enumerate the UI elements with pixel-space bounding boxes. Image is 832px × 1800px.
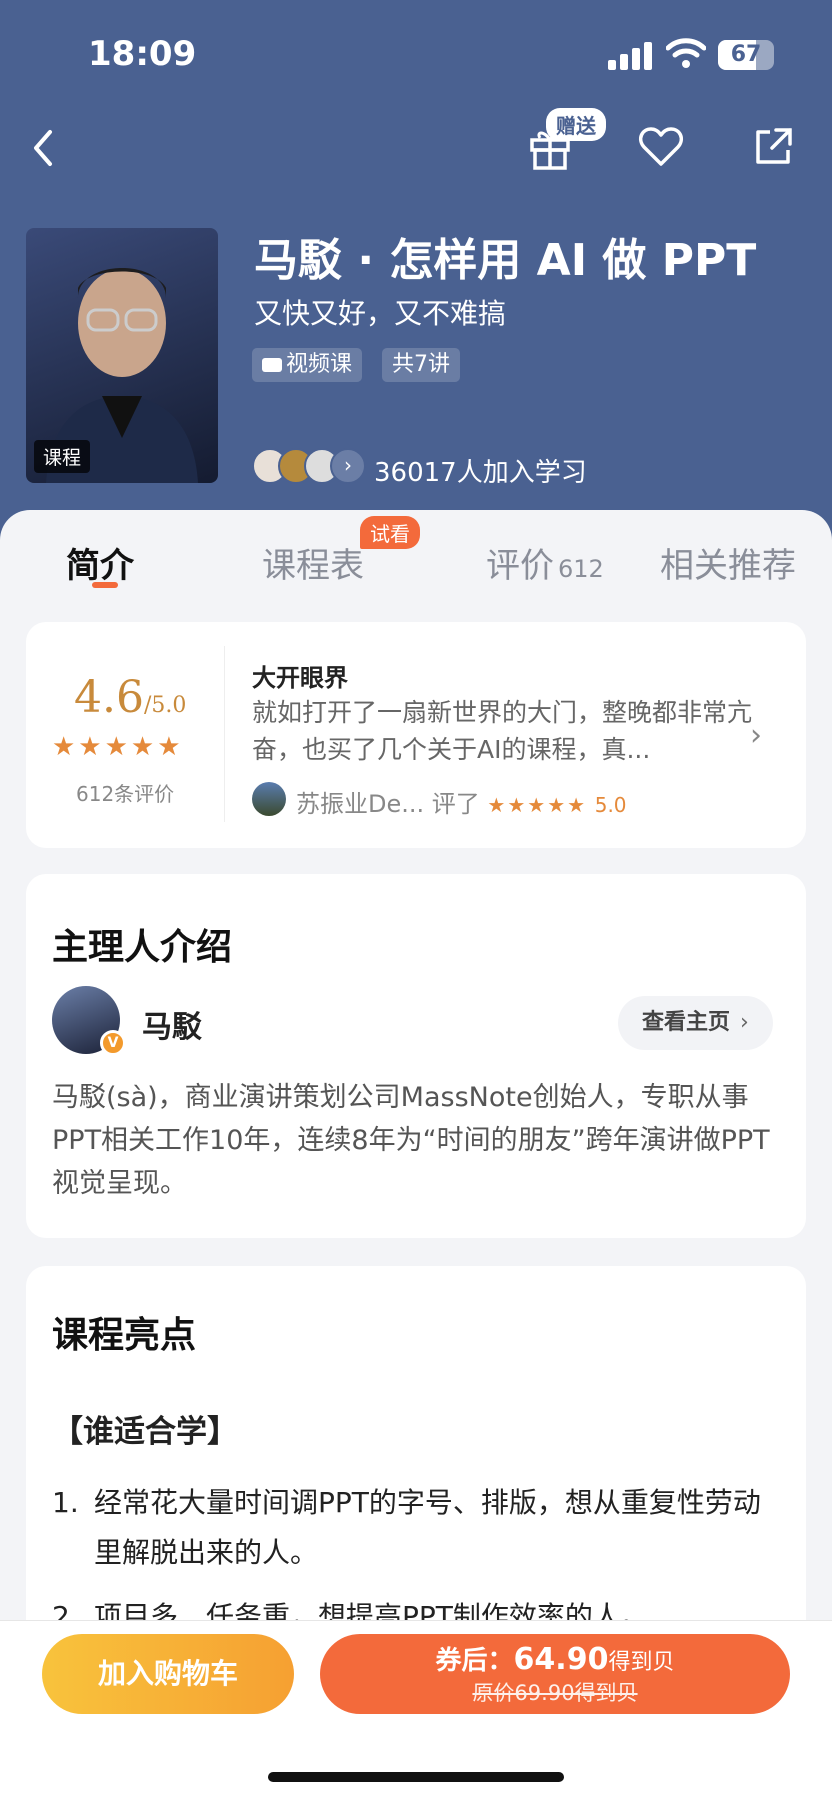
status-time: 18:09: [88, 34, 197, 74]
view-homepage-label: 查看主页: [642, 1010, 731, 1035]
rating-stars: ★★★★★: [52, 732, 184, 762]
share-icon[interactable]: [752, 126, 794, 168]
chevron-right-icon: ›: [750, 718, 762, 753]
battery-icon: 67: [718, 40, 774, 70]
rating-score-value: 4.6: [74, 672, 144, 723]
chevron-right-icon: ›: [330, 448, 366, 484]
video-course-label: 视频课: [286, 352, 353, 377]
view-homepage-button[interactable]: 查看主页 ›: [618, 996, 773, 1050]
tab-reviews-label: 评价: [486, 546, 554, 586]
add-to-cart-button[interactable]: 加入购物车: [42, 1634, 294, 1714]
course-subtitle: 又快又好，又不难搞: [254, 297, 507, 330]
verified-badge-icon: V: [100, 1030, 126, 1056]
learners-count: 36017人加入学习: [374, 458, 587, 488]
trial-badge: 试看: [360, 516, 420, 549]
host-section-title: 主理人介绍: [52, 927, 233, 968]
status-bar: 18:09 67: [0, 0, 832, 110]
highlights-subheading: 【谁适合学】: [52, 1414, 238, 1450]
course-header: 18:09 67 赠送 课程 马駁 · 怎样用 AI 做 PPT 又快又好，又不…: [0, 0, 832, 560]
reviewer-score: 5.0: [594, 793, 627, 817]
video-course-tag: 视频课: [252, 348, 363, 382]
rating-card[interactable]: 4.6/5.0 ★★★★★ 612条评价 大开眼界 就如打开了一扇新世界的大门，…: [26, 622, 806, 848]
reviewer-line: 苏振业De... 评了 ★★★★★ 5.0: [296, 784, 627, 819]
review-title: 大开眼界: [252, 664, 348, 692]
chevron-right-icon: ›: [740, 1010, 749, 1035]
cover-tag: 课程: [34, 440, 91, 473]
rating-out-of: /5.0: [143, 693, 187, 718]
active-tab-indicator: [92, 582, 118, 588]
video-camera-icon: [262, 358, 282, 372]
host-card: 主理人介绍 V 马駁 查看主页 › 马駁(sà)，商业演讲策划公司MassNote…: [26, 874, 806, 1238]
tab-reviews[interactable]: 评价 612: [486, 538, 604, 587]
cellular-signal-icon: [608, 40, 652, 70]
gift-badge: 赠送: [546, 108, 606, 141]
tab-related[interactable]: 相关推荐: [660, 538, 796, 587]
reviewer-stars: ★★★★★: [487, 793, 588, 817]
coupon-price: 64.90: [513, 1642, 609, 1677]
home-indicator: [268, 1772, 564, 1782]
coupon-unit: 得到贝: [608, 1650, 675, 1675]
divider: [0, 1620, 832, 1621]
list-item-number: 1.: [52, 1486, 79, 1519]
highlights-card: 课程亮点 【谁适合学】 1. 经常花大量时间调PPT的字号、排版，想从重复性劳动里…: [26, 1266, 806, 1666]
review-count: 612条评价: [76, 782, 175, 806]
purchase-bar: 加入购物车 券后：64.90得到贝 原价69.90得到贝: [0, 1620, 832, 1800]
tab-schedule[interactable]: 课程表: [262, 538, 364, 587]
highlights-list: 1. 经常花大量时间调PPT的字号、排版，想从重复性劳动里解脱出来的人。 2. 项目…: [52, 1478, 782, 1642]
back-arrow-icon[interactable]: [28, 126, 58, 170]
lecture-count-tag: 共7讲: [382, 348, 460, 382]
heart-icon[interactable]: [638, 126, 684, 168]
buy-button[interactable]: 券后：64.90得到贝 原价69.90得到贝: [320, 1634, 790, 1714]
list-item-text: 经常花大量时间调PPT的字号、排版，想从重复性劳动里解脱出来的人。: [94, 1486, 761, 1569]
list-item: 1. 经常花大量时间调PPT的字号、排版，想从重复性劳动里解脱出来的人。: [52, 1478, 782, 1578]
host-name[interactable]: 马駁: [142, 1002, 202, 1046]
tab-intro[interactable]: 简介: [66, 538, 134, 587]
reviewer-name: 苏振业De...: [296, 790, 425, 818]
reviewed-label: 评了: [431, 790, 480, 818]
reviewer-avatar: [252, 782, 286, 816]
course-cover-image: 课程: [26, 228, 218, 483]
battery-level: 67: [730, 42, 762, 67]
host-bio: 马駁(sà)，商业演讲策划公司MassNote创始人，专职从事PPT相关工作10…: [52, 1082, 770, 1199]
coupon-price-line: 券后：64.90得到贝: [320, 1640, 790, 1677]
course-title: 马駁 · 怎样用 AI 做 PPT: [254, 235, 757, 286]
tab-reviews-count: 612: [558, 555, 604, 583]
original-price: 原价69.90得到贝: [472, 1681, 638, 1705]
divider: [224, 646, 225, 822]
highlights-section-title: 课程亮点: [52, 1315, 197, 1356]
coupon-label: 券后：: [435, 1646, 514, 1676]
wifi-icon: [666, 38, 706, 68]
rating-score: 4.6/5.0: [74, 672, 186, 723]
review-body: 就如打开了一扇新世界的大门，整晚都非常亢奋，也买了几个关于AI的课程，真...: [252, 698, 753, 764]
